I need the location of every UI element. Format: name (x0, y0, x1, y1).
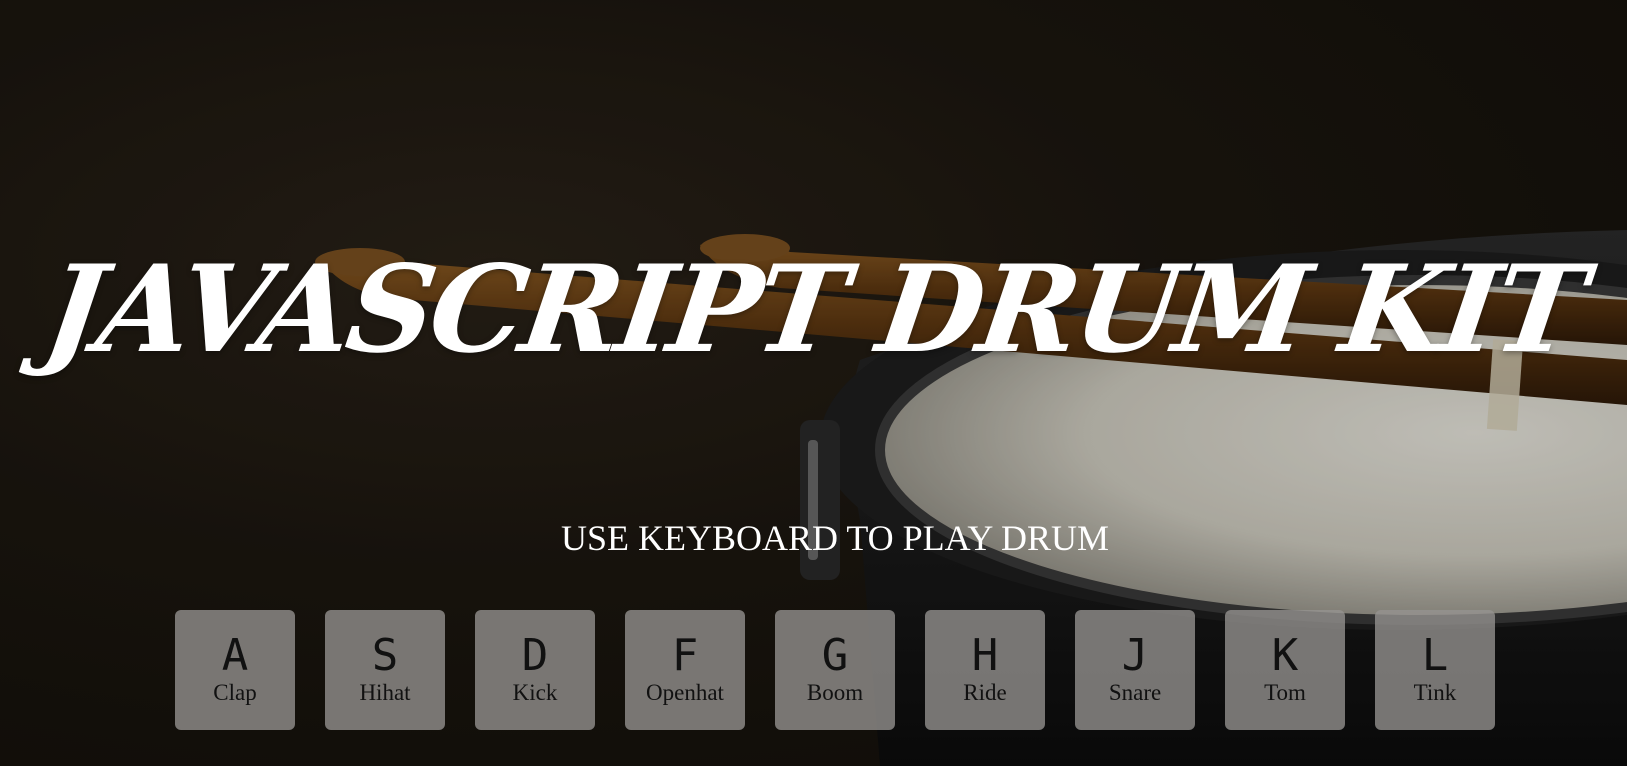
drum-key-ride[interactable]: H Ride (925, 610, 1045, 730)
key-letter: F (671, 630, 699, 681)
key-sound-label: Boom (806, 680, 864, 705)
key-sound-label: Snare (1108, 680, 1162, 705)
drum-key-clap[interactable]: A Clap (175, 610, 295, 730)
key-letter: H (971, 630, 999, 681)
key-sound-label: Openhat (646, 680, 724, 705)
key-letter: G (821, 630, 849, 681)
key-sound-label: Hihat (359, 680, 411, 705)
drum-keys: A Clap S Hihat D Kick F Openhat G Boom H… (175, 610, 1495, 730)
key-sound-label: Ride (963, 680, 1007, 705)
key-sound-label: Clap (213, 680, 257, 705)
key-letter: J (1121, 630, 1149, 681)
drum-key-openhat[interactable]: F Openhat (625, 610, 745, 730)
key-letter: A (221, 630, 249, 681)
key-letter: K (1271, 630, 1299, 681)
drum-key-kick[interactable]: D Kick (475, 610, 595, 730)
key-letter: L (1421, 630, 1449, 681)
key-letter: D (521, 630, 549, 681)
drum-key-hihat[interactable]: S Hihat (325, 610, 445, 730)
instruction-text: USE KEYBOARD TO PLAY DRUM (560, 518, 1110, 558)
key-letter: S (371, 630, 399, 681)
key-sound-label: Kick (512, 680, 558, 705)
drum-key-tom[interactable]: K Tom (1225, 610, 1345, 730)
drum-key-boom[interactable]: G Boom (775, 610, 895, 730)
drum-kit-page: JAVASCRIPT DRUM KIT USE KEYBOARD TO PLAY… (0, 0, 1627, 766)
drum-key-snare[interactable]: J Snare (1075, 610, 1195, 730)
drum-key-tink[interactable]: L Tink (1375, 610, 1495, 730)
key-sound-label: Tom (1264, 680, 1306, 705)
key-sound-label: Tink (1413, 680, 1457, 705)
page-title: JAVASCRIPT DRUM KIT (36, 239, 1591, 380)
